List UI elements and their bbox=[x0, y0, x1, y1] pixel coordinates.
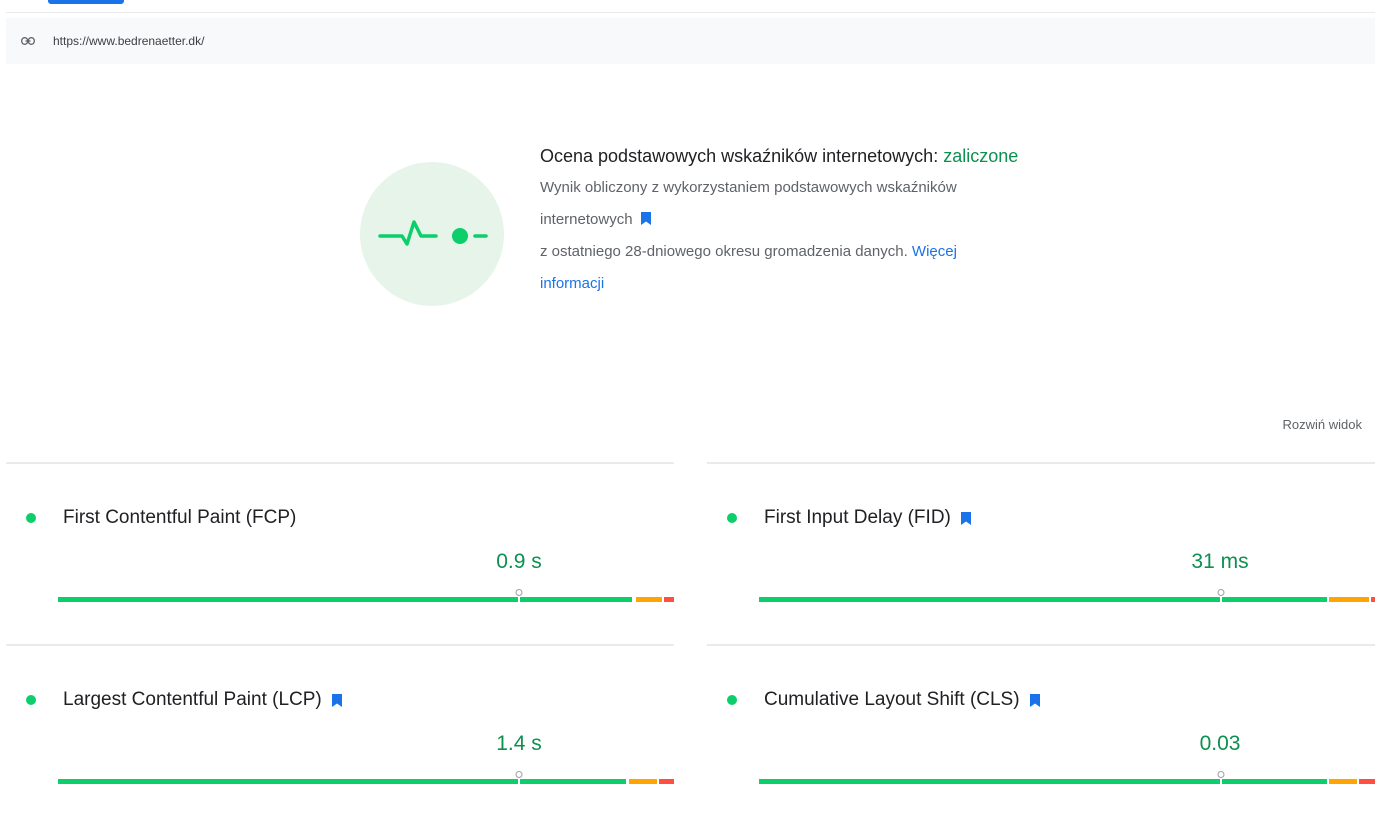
metric-cls: Cumulative Layout Shift (CLS) 0.03 bbox=[707, 644, 1375, 824]
metric-divider bbox=[707, 644, 1375, 646]
metric-divider bbox=[6, 462, 674, 464]
assessment-status: zaliczone bbox=[943, 146, 1019, 166]
assessment-title-prefix: Ocena podstawowych wskaźników internetow… bbox=[540, 146, 939, 166]
metric-value: 1.4 s bbox=[496, 732, 542, 755]
core-web-vital-bookmark-icon bbox=[331, 693, 342, 707]
distribution-good bbox=[58, 597, 632, 602]
percentile-marker bbox=[1217, 771, 1225, 778]
distribution-needs-improvement bbox=[1329, 597, 1369, 602]
link-icon bbox=[21, 35, 45, 47]
metric-fcp: First Contentful Paint (FCP) 0.9 s bbox=[6, 462, 674, 642]
distribution-poor bbox=[1359, 779, 1375, 784]
distribution-needs-improvement bbox=[629, 779, 657, 784]
metric-value: 0.9 s bbox=[496, 550, 542, 573]
distribution-good bbox=[759, 597, 1327, 602]
distribution-poor bbox=[664, 597, 674, 602]
url-bar: https://www.bedrenaetter.dk/ bbox=[6, 18, 1375, 64]
metric-divider bbox=[707, 462, 1375, 464]
percentile-gap bbox=[1220, 596, 1222, 603]
core-web-vital-bookmark-icon bbox=[960, 511, 971, 525]
distribution-needs-improvement bbox=[1329, 779, 1357, 784]
metric-fid: First Input Delay (FID) 31 ms bbox=[707, 462, 1375, 642]
page-url[interactable]: https://www.bedrenaetter.dk/ bbox=[53, 34, 204, 48]
percentile-marker bbox=[1217, 589, 1225, 596]
core-web-vital-bookmark-icon bbox=[640, 205, 651, 225]
expand-view-button[interactable]: Rozwiń widok bbox=[1283, 417, 1362, 432]
tab-divider bbox=[6, 12, 1375, 13]
distribution-poor bbox=[1371, 597, 1375, 602]
distribution-poor bbox=[659, 779, 674, 784]
distribution-needs-improvement bbox=[636, 597, 662, 602]
metric-value: 0.03 bbox=[1199, 732, 1241, 755]
metric-name: First Input Delay (FID) bbox=[764, 507, 951, 528]
distribution-bar bbox=[759, 771, 1375, 785]
distribution-bar bbox=[58, 589, 674, 603]
metric-name: Cumulative Layout Shift (CLS) bbox=[764, 689, 1020, 710]
status-good-dot bbox=[26, 695, 36, 705]
assessment-title: Ocena podstawowych wskaźników internetow… bbox=[540, 140, 1020, 172]
distribution-good bbox=[759, 779, 1327, 784]
distribution-bar bbox=[759, 589, 1375, 603]
metric-divider bbox=[6, 644, 674, 646]
core-web-vital-bookmark-icon bbox=[1029, 693, 1040, 707]
status-good-dot bbox=[727, 695, 737, 705]
assessment-description-part2: z ostatniego 28-dniowego okresu gromadze… bbox=[540, 243, 908, 260]
cwv-assessment-summary: Ocena podstawowych wskaźników internetow… bbox=[360, 140, 1040, 340]
assessment-description: Wynik obliczony z wykorzystaniem podstaw… bbox=[540, 172, 1020, 300]
metric-name: First Contentful Paint (FCP) bbox=[63, 507, 297, 528]
percentile-marker bbox=[515, 589, 523, 596]
status-good-dot bbox=[727, 513, 737, 523]
assessment-description-part1: Wynik obliczony z wykorzystaniem podstaw… bbox=[540, 179, 957, 228]
cwv-pulse-icon bbox=[360, 162, 504, 306]
percentile-gap bbox=[518, 596, 520, 603]
metric-lcp: Largest Contentful Paint (LCP) 1.4 s bbox=[6, 644, 674, 824]
status-good-dot bbox=[26, 513, 36, 523]
metric-name: Largest Contentful Paint (LCP) bbox=[63, 689, 322, 710]
distribution-good bbox=[58, 779, 626, 784]
percentile-marker bbox=[515, 771, 523, 778]
distribution-bar bbox=[58, 771, 674, 785]
metric-value: 31 ms bbox=[1191, 550, 1249, 573]
active-tab-indicator bbox=[48, 0, 124, 4]
